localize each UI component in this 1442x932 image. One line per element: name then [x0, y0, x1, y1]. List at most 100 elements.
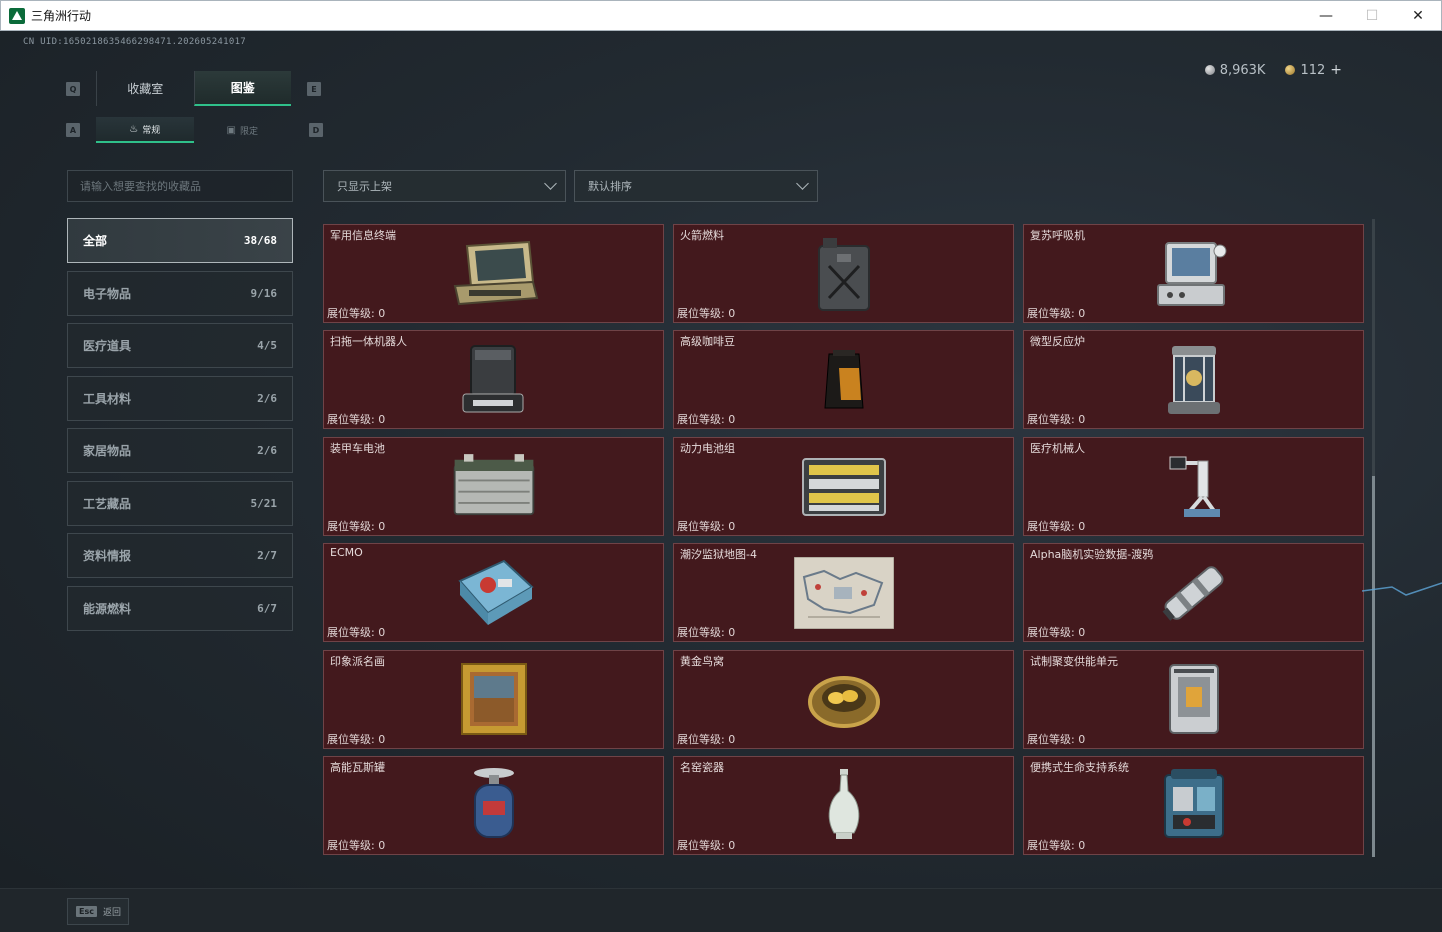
category-medical[interactable]: 医疗道具 4/5 — [67, 323, 293, 368]
close-button[interactable]: ✕ — [1395, 1, 1441, 31]
category-all[interactable]: 全部 38/68 — [67, 218, 293, 263]
category-energy[interactable]: 能源燃料 6/7 — [67, 585, 293, 631]
item-card[interactable]: 复苏呼吸机 展位等级: 0 — [1023, 224, 1364, 323]
bottom-bar: Esc 返回 — [0, 888, 1442, 932]
sub-tabs: ♨ 常规 ▣ 限定 — [96, 117, 291, 143]
item-card[interactable]: 微型反应炉 展位等级: 0 — [1023, 330, 1364, 430]
key-hint-d: D — [309, 123, 323, 137]
maximize-button[interactable]: ☐ — [1349, 1, 1395, 31]
subtab-limited[interactable]: ▣ 限定 — [194, 117, 292, 143]
item-card[interactable]: 医疗机械人 展位等级: 0 — [1023, 436, 1364, 536]
medical-robot-icon — [1149, 448, 1239, 524]
item-level: 展位等级: 0 — [327, 626, 386, 640]
category-label: 医疗道具 — [83, 339, 132, 353]
item-name: 火箭燃料 — [680, 229, 724, 242]
key-hint-e: E — [307, 82, 321, 96]
listed-filter-dropdown[interactable]: 只显示上架 — [323, 170, 566, 202]
item-card[interactable]: ECMO 展位等级: 0 — [323, 543, 664, 643]
map-icon — [793, 555, 895, 631]
item-card[interactable]: 便携式生命支持系统 展位等级: 0 — [1023, 755, 1364, 855]
item-card[interactable]: 扫拖一体机器人 展位等级: 0 — [323, 330, 664, 430]
grid-scrollbar-thumb[interactable] — [1372, 476, 1375, 857]
item-name: 高级咖啡豆 — [680, 335, 735, 349]
fusion-unit-icon — [1149, 661, 1239, 737]
category-household[interactable]: 家居物品 2/6 — [67, 428, 293, 473]
category-label: 工具材料 — [83, 391, 132, 406]
item-card[interactable]: 军用信息终端 展位等级: 0 — [323, 224, 664, 323]
item-name: 复苏呼吸机 — [1030, 229, 1085, 242]
coffee-bag-icon — [799, 342, 889, 418]
item-card[interactable]: 印象派名画 展位等级: 0 — [323, 649, 664, 749]
window-title: 三角洲行动 — [31, 9, 92, 23]
search-input[interactable]: 请输入想要查找的收藏品 — [67, 170, 293, 202]
category-intel[interactable]: 资料情报 2/7 — [67, 533, 293, 578]
category-count: 4/5 — [257, 339, 277, 352]
item-card[interactable]: 高级咖啡豆 展位等级: 0 — [673, 330, 1014, 430]
category-label: 资料情报 — [83, 549, 132, 563]
item-card[interactable]: 黄金鸟窝 展位等级: 0 — [673, 649, 1014, 749]
item-card[interactable]: 装甲车电池 展位等级: 0 — [323, 436, 664, 536]
silver-amount: 8,963K — [1219, 62, 1266, 78]
back-button[interactable]: Esc 返回 — [67, 898, 129, 925]
item-level: 展位等级: 0 — [327, 519, 386, 533]
item-card[interactable]: 试制聚变供能单元 展位等级: 0 — [1023, 649, 1364, 749]
item-card[interactable]: 动力电池组 展位等级: 0 — [673, 436, 1014, 536]
item-name: 试制聚变供能单元 — [1030, 654, 1118, 668]
esc-key-hint: Esc — [76, 906, 97, 917]
category-count: 5/21 — [250, 496, 278, 510]
main-tabs: 收藏室 图鉴 — [96, 71, 291, 106]
item-card[interactable]: 名窑瓷器 展位等级: 0 — [673, 755, 1014, 855]
item-level: 展位等级: 0 — [1027, 626, 1086, 640]
sort-dropdown[interactable]: 默认排序 — [574, 170, 818, 202]
item-level: 展位等级: 0 — [1027, 838, 1086, 852]
currency-bar: 8,963K 112 + — [1204, 62, 1342, 78]
golden-nest-icon — [799, 661, 889, 737]
item-name: 军用信息终端 — [330, 229, 396, 242]
category-label: 工艺藏品 — [83, 496, 132, 511]
minimize-button[interactable]: — — [1303, 1, 1349, 31]
category-label: 能源燃料 — [83, 601, 132, 616]
item-name: 名窑瓷器 — [680, 760, 724, 774]
ventilator-icon — [1149, 236, 1239, 312]
category-label: 全部 — [83, 234, 108, 248]
item-card[interactable]: 高能瓦斯罐 展位等级: 0 — [323, 755, 664, 855]
tab-collection-room[interactable]: 收藏室 — [96, 71, 194, 106]
key-hint-a: A — [66, 123, 80, 137]
item-name: 印象派名画 — [330, 654, 385, 668]
add-currency-button[interactable]: + — [1330, 62, 1342, 78]
item-level: 展位等级: 0 — [677, 519, 736, 533]
item-name: 动力电池组 — [680, 441, 735, 455]
subtab-regular[interactable]: ♨ 常规 — [96, 117, 194, 143]
app-logo-icon — [9, 7, 25, 24]
category-crafts[interactable]: 工艺藏品 5/21 — [67, 480, 293, 526]
item-level: 展位等级: 0 — [327, 307, 386, 320]
category-electronics[interactable]: 电子物品 9/16 — [67, 270, 293, 316]
gold-balance: 112 + — [1285, 62, 1342, 78]
item-card[interactable]: Alpha脑机实验数据-渡鸦 展位等级: 0 — [1023, 543, 1364, 643]
image-icon: ▣ — [226, 124, 236, 136]
category-count: 2/6 — [257, 391, 277, 405]
category-count: 38/68 — [243, 234, 277, 247]
item-level: 展位等级: 0 — [677, 626, 736, 640]
silver-balance: 8,963K — [1204, 62, 1266, 78]
listed-filter-label: 只显示上架 — [337, 180, 392, 193]
gas-tank-icon — [449, 767, 539, 843]
window-titlebar: 三角洲行动 — ☐ ✕ — [0, 0, 1442, 31]
category-count: 2/6 — [257, 444, 277, 457]
category-tools[interactable]: 工具材料 2/6 — [67, 375, 293, 421]
tab-codex[interactable]: 图鉴 — [193, 71, 291, 106]
sort-label: 默认排序 — [588, 180, 632, 193]
reactor-icon — [1149, 342, 1239, 418]
back-label: 返回 — [102, 908, 121, 918]
chevron-down-icon — [796, 177, 809, 190]
gold-amount: 112 — [1300, 62, 1326, 78]
chevron-down-icon — [544, 177, 557, 190]
category-label: 电子物品 — [83, 286, 132, 301]
subtab-regular-label: 常规 — [142, 125, 161, 136]
game-viewport: CN UID:1650218635466298471.202605241017 … — [0, 31, 1442, 932]
silver-coin-icon — [1204, 65, 1215, 75]
item-card[interactable]: 潮汐监狱地图-4 展位等级: 0 — [673, 543, 1014, 643]
item-card[interactable]: 火箭燃料 展位等级: 0 — [673, 224, 1014, 323]
laptop-terminal-icon — [449, 236, 539, 312]
fuel-can-icon — [799, 236, 889, 312]
